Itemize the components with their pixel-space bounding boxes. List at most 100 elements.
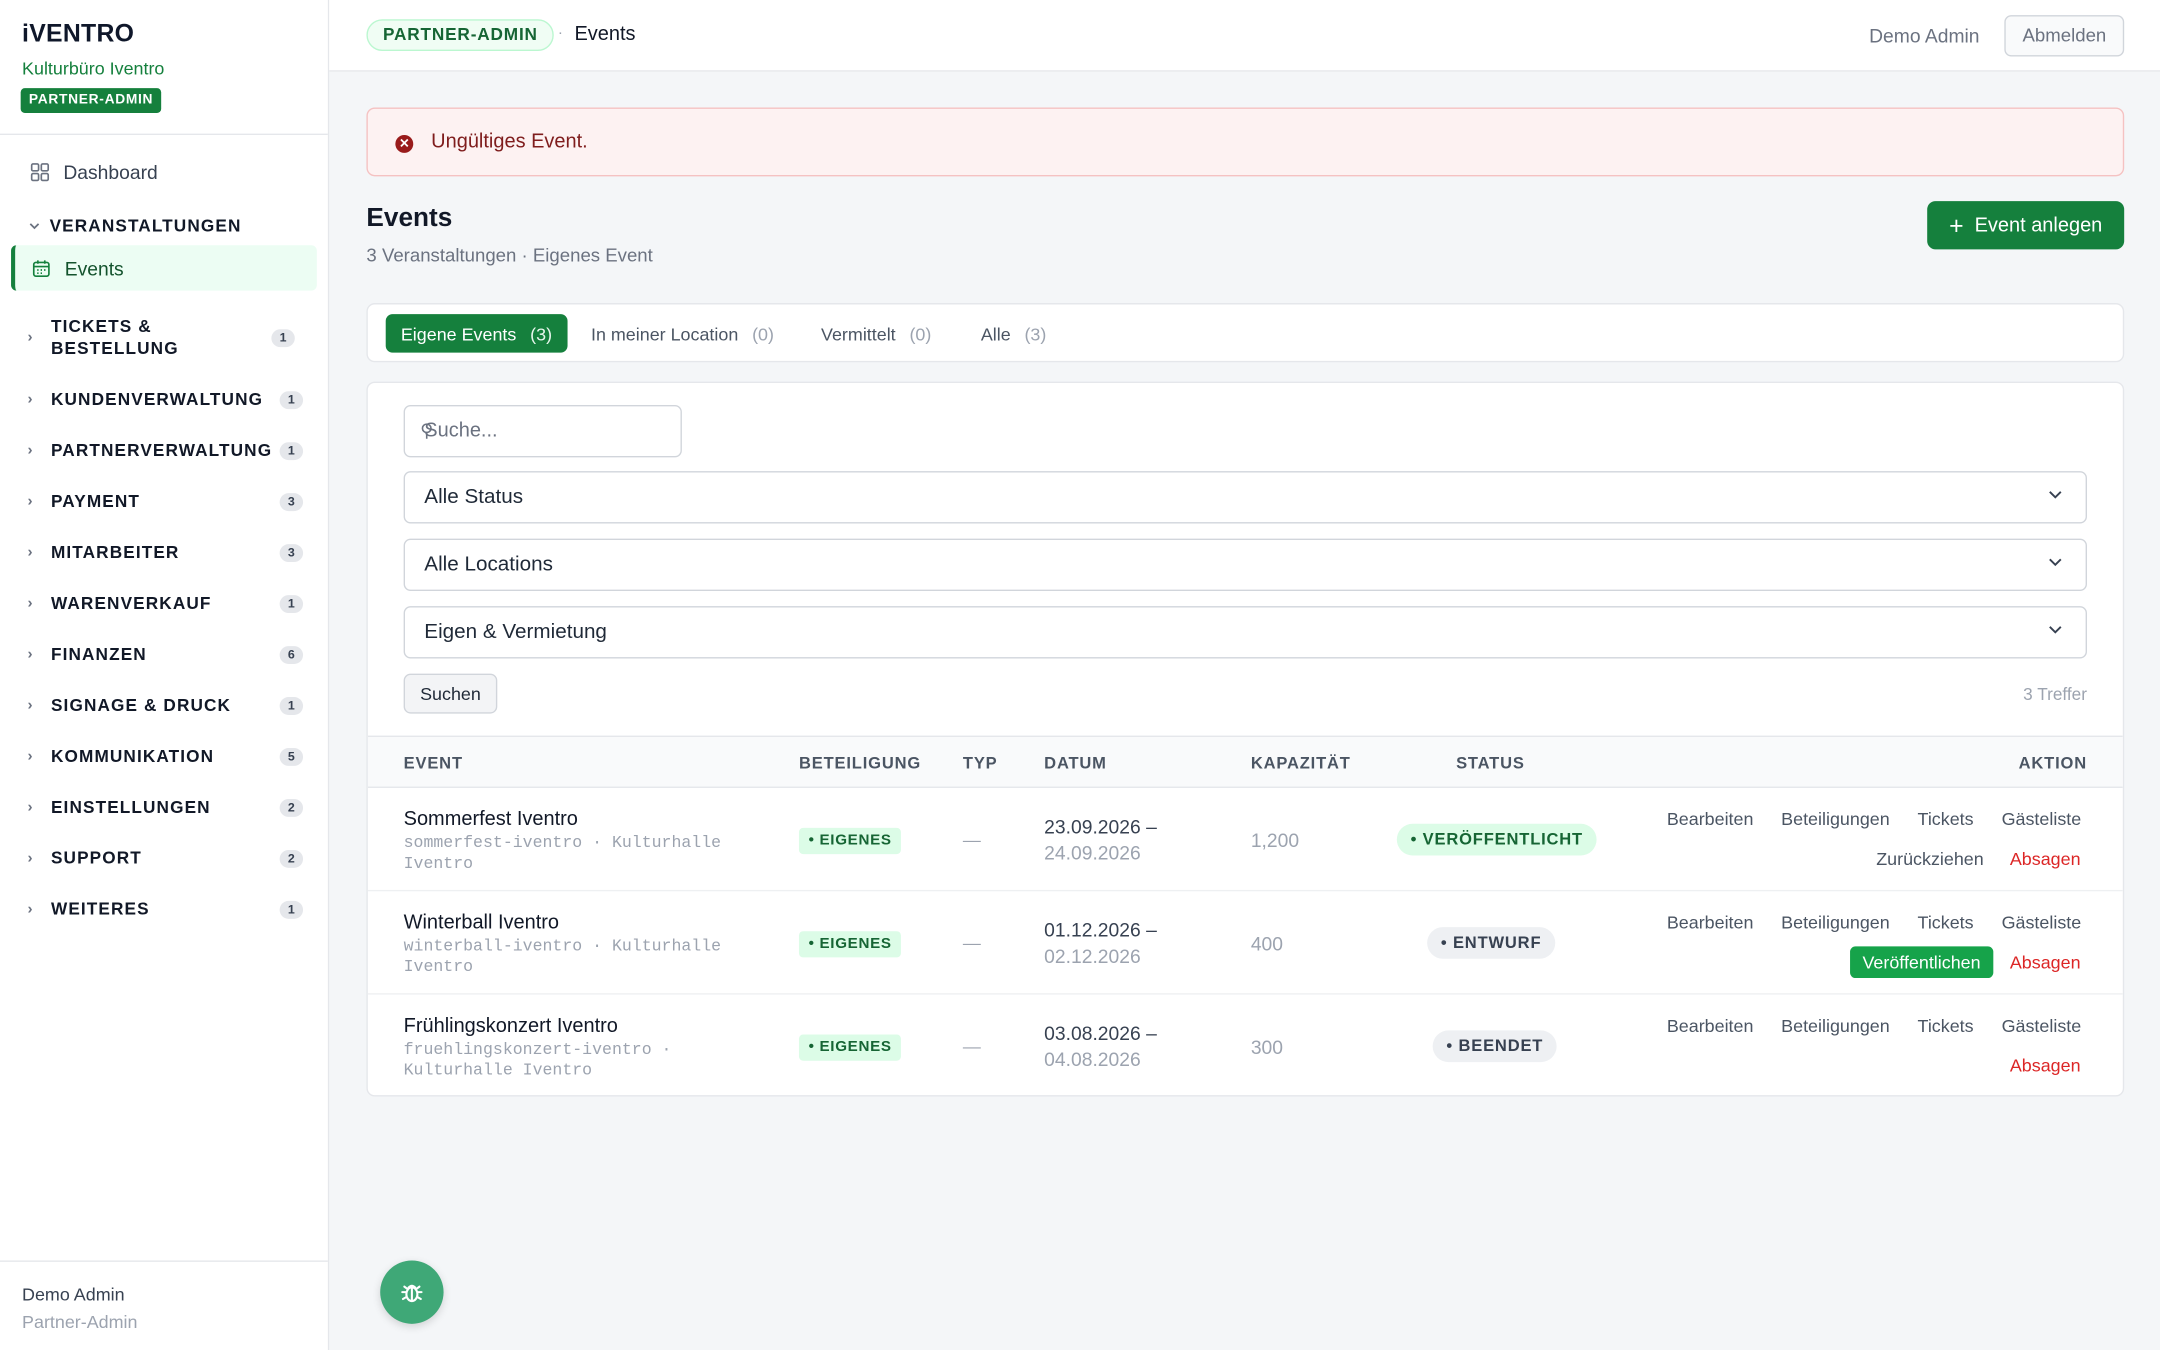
sidebar-group-tickets-bestellung[interactable]: › TICKETS & BESTELLUNG 1 [28, 315, 304, 359]
date-start: 03.08.2026 – [1044, 1022, 1157, 1045]
sidebar-footer-divider [0, 1260, 328, 1262]
plus-icon: + [1949, 211, 1964, 240]
event-name[interactable]: Winterball Iventro [404, 912, 559, 934]
edit-link[interactable]: Bearbeiten [1667, 809, 1754, 830]
select-value: Alle Status [424, 484, 524, 509]
bug-report-button[interactable] [380, 1260, 444, 1324]
status-select[interactable]: Alle Status [403, 471, 2087, 524]
edit-link[interactable]: Bearbeiten [1667, 1015, 1754, 1036]
location-select[interactable]: Alle Locations [403, 538, 2087, 591]
sidebar-group-partnerverwaltung[interactable]: › PARTNERVERWALTUNG 1 [28, 439, 304, 461]
cancel-link[interactable]: Absagen [2010, 849, 2081, 870]
count-badge: 2 [279, 849, 304, 868]
sidebar-group-mitarbeiter[interactable]: › MITARBEITER 3 [28, 541, 304, 563]
event-type: — [962, 932, 981, 954]
sidebar-group-signage-druck[interactable]: › SIGNAGE & DRUCK 1 [28, 694, 304, 716]
sidebar-group-label: PAYMENT [50, 491, 141, 512]
search-input[interactable] [405, 406, 681, 456]
error-circle-icon: ✕ [395, 135, 414, 153]
search-button[interactable]: Suchen [403, 673, 498, 714]
sidebar-user-name: Demo Admin [22, 1283, 125, 1305]
logout-button[interactable]: Abmelden [2004, 15, 2125, 57]
event-name[interactable]: Sommerfest Iventro [404, 809, 578, 831]
alert-message: Ungültiges Event. [431, 130, 588, 153]
tab-eigene-events[interactable]: Eigene Events (3) [385, 314, 568, 353]
topbar: PARTNER-ADMIN · Events Demo Admin Abmeld… [329, 0, 2160, 72]
participations-link[interactable]: Beteiligungen [1781, 912, 1890, 933]
participations-link[interactable]: Beteiligungen [1781, 1015, 1890, 1036]
sidebar-group-payment[interactable]: › PAYMENT 3 [28, 490, 304, 512]
sidebar-group-veranstaltungen[interactable]: VERANSTALTUNGEN [28, 216, 242, 236]
sidebar-group-finanzen[interactable]: › FINANZEN 6 [28, 643, 304, 665]
publish-button[interactable]: Veröffentlichen [1850, 946, 1994, 979]
tab-vermittelt[interactable]: Vermittelt (0) [806, 314, 947, 353]
grid-icon [30, 163, 50, 182]
capacity: 1,200 [1250, 829, 1300, 852]
chevron-down-icon [2049, 491, 2062, 499]
sidebar-group-label: KUNDENVERWALTUNG [50, 389, 264, 410]
table-header: EVENT BETEILIGUNG TYP DATUM KAPAZITÄT ST… [367, 735, 2123, 788]
select-value: Eigen & Vermietung [424, 619, 607, 644]
tab-in-meiner-location[interactable]: In meiner Location (0) [576, 314, 789, 353]
tickets-link[interactable]: Tickets [1918, 912, 1974, 933]
column-header: KAPAZITÄT [1250, 753, 1351, 773]
participation-badge: • EIGENES [798, 1034, 902, 1061]
column-header: BETEILIGUNG [798, 753, 922, 773]
count-badge: 1 [279, 390, 304, 409]
error-alert: ✕ Ungültiges Event. [366, 107, 2125, 177]
sidebar-group-kundenverwaltung[interactable]: › KUNDENVERWALTUNG 1 [28, 388, 304, 410]
event-slug: winterball-iventro · Kulturhalle Iventro [403, 936, 722, 977]
date-start: 01.12.2026 – [1044, 918, 1157, 941]
sidebar-divider [0, 133, 328, 135]
tab-count: (0) [752, 323, 774, 344]
sidebar-group-label: WARENVERKAUF [50, 593, 212, 614]
sidebar-group-label: TICKETS & BESTELLUNG [50, 316, 179, 359]
select-value: Alle Locations [424, 552, 553, 576]
guestlist-link[interactable]: Gästeliste [2002, 912, 2082, 933]
section-title: Events [366, 203, 453, 233]
sidebar-group-label: MITARBEITER [50, 542, 180, 563]
tickets-link[interactable]: Tickets [1918, 809, 1974, 830]
column-header: STATUS [1456, 753, 1525, 773]
tab-label: Eigene Events [400, 323, 517, 344]
sidebar-group-einstellungen[interactable]: › EINSTELLUNGEN 2 [28, 796, 304, 818]
count-badge: 5 [279, 747, 304, 766]
sidebar-group-kommunikation[interactable]: › KOMMUNIKATION 5 [28, 745, 304, 767]
sidebar-group-label: PARTNERVERWALTUNG [50, 440, 273, 461]
sidebar-group-support[interactable]: › SUPPORT 2 [28, 847, 304, 869]
participations-link[interactable]: Beteiligungen [1781, 809, 1890, 830]
cancel-link[interactable]: Absagen [2010, 952, 2081, 973]
sidebar-group-weiteres[interactable]: › WEITERES 1 [28, 898, 304, 920]
tab-label: Alle [980, 323, 1011, 344]
sidebar-user-role: Partner-Admin [22, 1311, 138, 1333]
edit-link[interactable]: Bearbeiten [1667, 912, 1754, 933]
column-header: AKTION [2018, 753, 2087, 773]
brand-logo[interactable]: iVENTRO [22, 19, 134, 48]
chevron-down-icon [2049, 626, 2062, 634]
event-slug: fruehlingskonzert-iventro · Kulturhalle … [403, 1040, 672, 1080]
tab-alle[interactable]: Alle (3) [966, 314, 1062, 353]
sidebar-group-label: SIGNAGE & DRUCK [50, 695, 232, 715]
tickets-link[interactable]: Tickets [1918, 1015, 1974, 1036]
withdraw-link[interactable]: Zurückziehen [1876, 849, 1984, 870]
column-header: EVENT [403, 753, 463, 773]
sidebar-item-label: Dashboard [63, 161, 158, 184]
event-name[interactable]: Frühlingskonzert Iventro [404, 1015, 618, 1037]
cancel-link[interactable]: Absagen [2010, 1055, 2081, 1076]
tab-count: (3) [1024, 323, 1047, 344]
ownership-select[interactable]: Eigen & Vermietung [403, 606, 2087, 659]
role-badge: PARTNER-ADMIN [20, 88, 162, 113]
guestlist-link[interactable]: Gästeliste [2002, 809, 2082, 830]
bug-icon [401, 1284, 423, 1303]
guestlist-link[interactable]: Gästeliste [2002, 1015, 2082, 1036]
status-badge: • VERÖFFENTLICHT [1396, 823, 1597, 856]
sidebar-group-warenverkauf[interactable]: › WARENVERKAUF 1 [28, 592, 304, 614]
create-event-button[interactable]: + Event anlegen [1927, 201, 2125, 250]
events-card: ⚲ Alle Status Alle Locations Eigen & Ver… [366, 381, 2125, 1097]
chevron-right-icon: › [27, 329, 34, 346]
sidebar-item-events[interactable]: Events [11, 245, 317, 291]
page-title: Events [574, 23, 636, 46]
event-slug: sommerfest-iventro · Kulturhalle Iventro [403, 833, 722, 874]
sidebar-group-label: SUPPORT [50, 848, 142, 868]
sidebar-item-dashboard[interactable]: Dashboard [30, 157, 158, 187]
